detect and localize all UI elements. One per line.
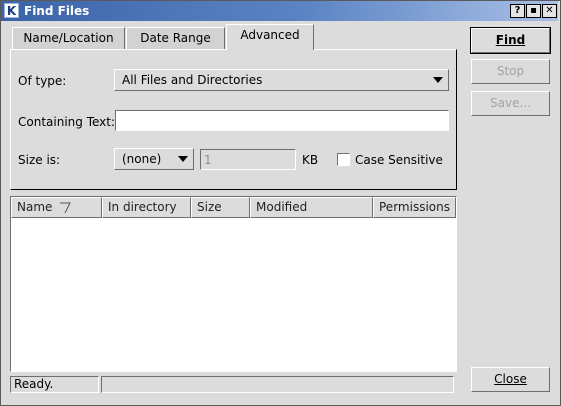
containing-text-input[interactable] (115, 110, 449, 131)
case-sensitive-label[interactable]: Case Sensitive (355, 152, 443, 168)
save-button[interactable]: Save... (471, 91, 550, 116)
case-sensitive-checkbox[interactable] (337, 153, 350, 166)
find-button[interactable]: Find (470, 27, 551, 54)
kde-app-icon[interactable]: K (4, 3, 19, 18)
results-list[interactable]: Name In directory Size Modified Permissi… (10, 196, 457, 372)
column-header-size[interactable]: Size (191, 197, 250, 218)
file-type-combobox[interactable]: All Files and Directories (114, 69, 449, 91)
size-is-label: Size is: (18, 153, 61, 167)
window-title: Find Files (24, 4, 90, 18)
tab-date-range[interactable]: Date Range (126, 27, 225, 50)
column-header-in-directory[interactable]: In directory (102, 197, 191, 218)
chevron-down-icon (178, 156, 188, 162)
column-header-permissions[interactable]: Permissions (373, 197, 456, 218)
close-button[interactable]: Close (471, 367, 550, 392)
of-type-label: Of type: (18, 73, 66, 89)
find-button-label: Find (495, 33, 526, 47)
sort-indicator-icon (60, 202, 71, 214)
size-condition-value: (none) (122, 152, 162, 166)
stop-button[interactable]: Stop (471, 59, 550, 84)
title-bar[interactable]: K Find Files ? ▪ ✕ (1, 1, 558, 21)
status-message: Ready. (10, 376, 99, 393)
size-amount-input[interactable]: 1 (200, 149, 296, 170)
size-amount-value: 1 (204, 153, 212, 167)
help-button[interactable]: ? (510, 4, 525, 18)
column-header-modified[interactable]: Modified (250, 197, 373, 218)
close-window-button[interactable]: ✕ (542, 4, 557, 18)
size-condition-combobox[interactable]: (none) (114, 148, 194, 170)
tab-advanced[interactable]: Advanced (226, 24, 314, 50)
file-type-value: All Files and Directories (122, 73, 263, 87)
column-header-name[interactable]: Name (11, 197, 102, 218)
of-type-label-text: Of type: (18, 74, 67, 88)
containing-text-label: Containing Text: (18, 115, 116, 129)
column-header-name-label: Name (17, 200, 53, 214)
tab-name-location[interactable]: Name/Location (12, 27, 125, 50)
minimize-button[interactable]: ▪ (526, 4, 541, 18)
chevron-down-icon (433, 77, 443, 83)
status-secondary (101, 376, 454, 393)
size-unit-label: KB (302, 153, 319, 167)
close-button-label: Close (494, 372, 527, 386)
